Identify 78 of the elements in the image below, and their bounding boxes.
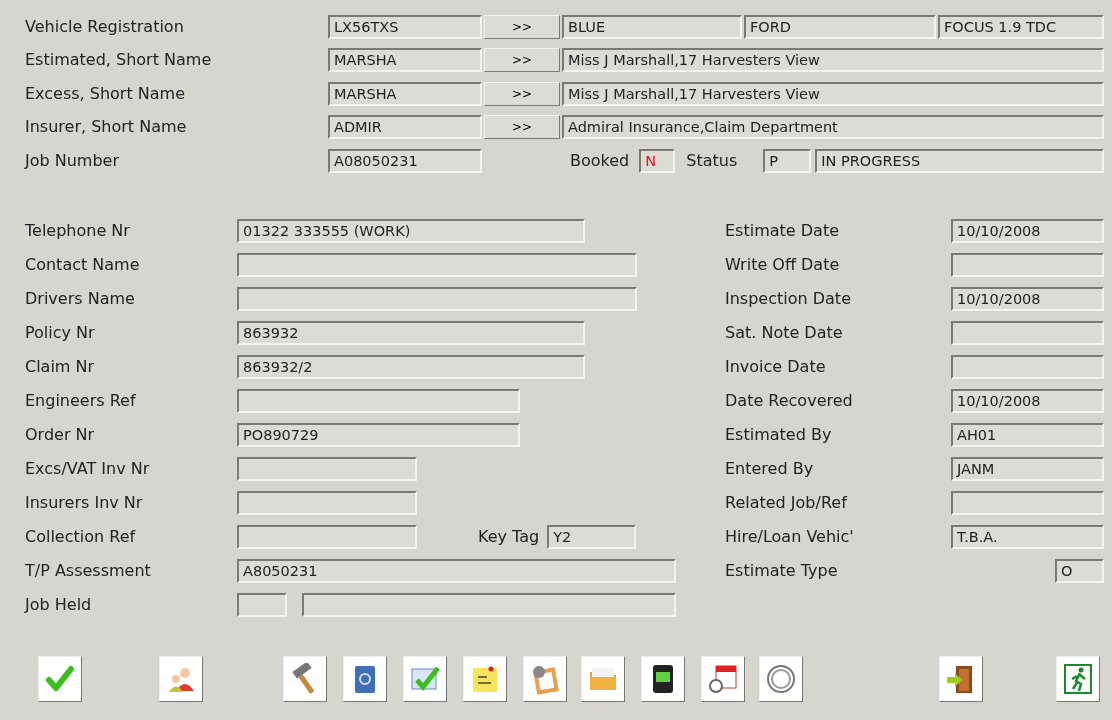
field-label: Job Number — [25, 149, 121, 172]
code-field[interactable]: LX56TXS — [328, 14, 482, 39]
field-label: Excess, Short Name — [25, 82, 186, 105]
text-field[interactable]: BLUE — [562, 14, 742, 39]
text-field[interactable] — [951, 490, 1104, 515]
calendar-icon — [707, 662, 739, 695]
running-figure-icon — [1062, 662, 1094, 695]
field-label: Entered By — [725, 457, 815, 480]
field-label: Telephone Nr — [25, 219, 131, 242]
text-field[interactable]: A8050231 — [237, 558, 676, 583]
text-field[interactable]: 10/10/2008 — [951, 286, 1104, 311]
field-label: Excs/VAT Inv Nr — [25, 457, 151, 480]
field-label: Insurers Inv Nr — [25, 491, 144, 514]
code-field[interactable]: MARSHA — [328, 81, 482, 106]
text-field[interactable]: O — [1055, 558, 1104, 583]
field-label: Vehicle Registration — [25, 15, 185, 38]
text-field[interactable] — [237, 286, 637, 311]
field-label: Booked — [570, 149, 630, 172]
field-label: Estimated, Short Name — [25, 49, 213, 72]
text-field[interactable]: FORD — [744, 14, 936, 39]
text-field[interactable] — [237, 524, 417, 549]
lookup-button[interactable]: >> — [484, 14, 560, 39]
field-label: Estimate Type — [725, 559, 839, 582]
status-field[interactable]: IN PROGRESS — [815, 148, 1104, 173]
field-label: Key Tag — [478, 525, 540, 548]
status-code-field[interactable]: P — [763, 148, 812, 173]
text-field[interactable]: T.B.A. — [951, 524, 1104, 549]
text-field[interactable] — [951, 252, 1104, 277]
text-field[interactable]: PO890729 — [237, 422, 520, 447]
text-field[interactable] — [237, 592, 287, 617]
text-field[interactable]: Miss J Marshall,17 Harvesters View — [562, 48, 1104, 73]
text-field[interactable]: 863932 — [237, 320, 585, 345]
code-field[interactable]: ADMIR — [328, 115, 482, 140]
text-field[interactable]: 01322 333555 (WORK) — [237, 218, 585, 243]
round-badge-icon — [765, 662, 797, 695]
text-field[interactable] — [237, 490, 417, 515]
text-field[interactable]: FOCUS 1.9 TDC — [938, 14, 1104, 39]
text-field[interactable] — [237, 252, 637, 277]
toolbar-button[interactable] — [641, 655, 685, 702]
text-field[interactable]: Y2 — [547, 524, 637, 549]
text-field[interactable]: AH01 — [951, 422, 1104, 447]
field-label: Policy Nr — [25, 321, 96, 344]
text-field[interactable] — [951, 354, 1104, 379]
text-field[interactable] — [951, 320, 1104, 345]
field-label: Engineers Ref — [25, 389, 137, 412]
text-field[interactable]: Miss J Marshall,17 Harvesters View — [562, 81, 1104, 106]
field-label: Contact Name — [25, 253, 141, 276]
field-label: Claim Nr — [25, 355, 96, 378]
text-field[interactable]: A08050231 — [328, 148, 482, 173]
field-label: Estimate Date — [725, 219, 840, 242]
field-label: Sat. Note Date — [725, 321, 844, 344]
field-label: Estimated By — [725, 423, 833, 446]
text-field[interactable]: Admiral Insurance,Claim Department — [562, 115, 1104, 140]
field-label: Order Nr — [25, 423, 96, 446]
text-field[interactable] — [237, 388, 520, 413]
text-field[interactable] — [237, 456, 417, 481]
text-field[interactable]: 10/10/2008 — [951, 388, 1104, 413]
lookup-button[interactable]: >> — [484, 115, 560, 140]
text-field[interactable] — [302, 592, 676, 617]
field-label: Inspection Date — [725, 287, 852, 310]
field-label: T/P Assessment — [25, 559, 152, 582]
field-label: Insurer, Short Name — [25, 116, 188, 139]
field-label: Invoice Date — [725, 355, 827, 378]
text-field[interactable]: JANM — [951, 456, 1104, 481]
field-label: Hire/Loan Vehic' — [725, 525, 855, 548]
text-field[interactable]: 10/10/2008 — [951, 218, 1104, 243]
text-field[interactable]: 863932/2 — [237, 354, 585, 379]
lookup-button[interactable]: >> — [484, 81, 560, 106]
field-label: Status — [686, 149, 738, 172]
lookup-button[interactable]: >> — [484, 48, 560, 73]
field-label: Job Held — [25, 593, 93, 616]
field-label: Date Recovered — [725, 389, 854, 412]
field-label: Write Off Date — [725, 253, 841, 276]
field-label: Collection Ref — [25, 525, 137, 548]
field-label: Related Job/Ref — [725, 491, 849, 514]
field-label: Drivers Name — [25, 287, 136, 310]
toolbar-button[interactable] — [939, 655, 983, 702]
code-field[interactable]: MARSHA — [328, 48, 482, 73]
